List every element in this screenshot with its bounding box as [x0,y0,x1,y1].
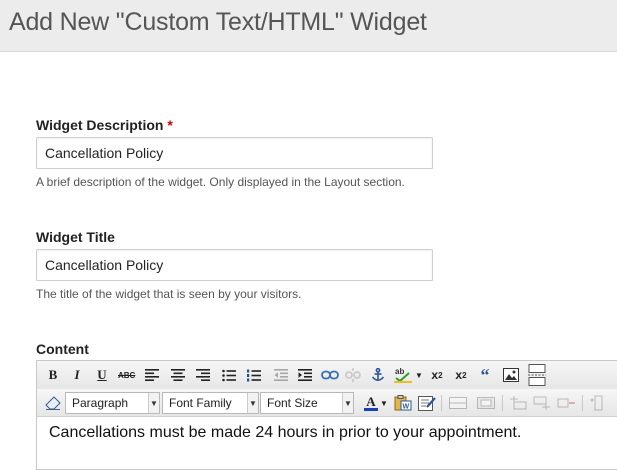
insert-row-before-icon [510,396,527,410]
subscript-button[interactable]: x2 [453,365,469,385]
toolbar-separator [582,395,583,411]
delete-row-icon [557,398,575,408]
insert-image-button[interactable] [503,365,519,385]
strikethrough-button[interactable]: ABC [118,365,135,385]
outdent-button[interactable] [273,365,289,385]
widget-description-input[interactable] [36,137,433,169]
unlink-icon [345,368,361,382]
spellcheck-icon: ab [394,367,412,383]
underline-button[interactable]: U [94,365,110,385]
unlink-button[interactable] [345,365,361,385]
toolbar-separator [502,395,503,411]
insert-link-button[interactable] [321,365,339,385]
svg-text:ab: ab [395,367,404,376]
widget-description-label: Widget Description * [36,117,173,133]
numbered-list-button[interactable] [246,365,262,385]
superscript-button[interactable]: x2 [429,365,445,385]
blockquote-button[interactable]: “ [477,365,493,385]
editor-toolbar-row-2: Paragraph ▼ Font Family ▼ Font Size ▼ A … [37,389,617,417]
table-cell-icon [477,397,495,409]
content-label: Content [36,341,89,357]
spellcheck-button[interactable]: ab [394,365,412,385]
align-right-icon [196,369,210,381]
toolbar-separator [441,395,442,411]
chevron-down-icon: ▼ [342,393,353,413]
svg-text:W: W [403,404,410,411]
page-title: Add New "Custom Text/HTML" Widget [9,8,427,36]
link-icon [321,370,339,380]
table-row-button[interactable] [449,393,467,413]
spellcheck-dropdown-arrow[interactable]: ▼ [415,365,423,385]
outdent-icon [274,369,288,381]
chevron-down-icon: ▼ [148,393,159,413]
italic-button[interactable]: I [69,365,85,385]
align-right-button[interactable] [195,365,211,385]
insert-column-icon [590,395,603,411]
bold-button[interactable]: B [45,365,61,385]
font-color-dropdown-arrow[interactable]: ▼ [380,393,388,413]
indent-button[interactable] [297,365,313,385]
clear-formatting-button[interactable] [45,393,61,413]
table-icon [449,397,467,409]
font-color-button[interactable]: A [363,393,379,413]
anchor-button[interactable] [370,365,386,385]
widget-title-label: Widget Title [36,229,115,245]
bullet-list-icon [222,369,236,381]
edit-html-button[interactable] [418,393,436,413]
eraser-icon [45,396,61,410]
bullet-list-button[interactable] [221,365,237,385]
editor-body-text: Cancellations must be made 24 hours in p… [49,424,522,441]
edit-html-icon [418,396,436,411]
editor-toolbar-row-1: B I U ABC ab ▼ x 2 x 2 “ [37,361,617,389]
editor-content-area[interactable]: Cancellations must be made 24 hours in p… [37,418,617,468]
anchor-icon [371,368,385,382]
delete-row-button[interactable] [557,393,575,413]
rich-text-editor: B I U ABC ab ▼ x 2 x 2 “ Paragraph ▼ Fon… [36,360,617,470]
numbered-list-icon [247,369,261,381]
paragraph-format-select[interactable]: Paragraph ▼ [65,392,160,414]
paste-word-button[interactable]: W [394,393,412,413]
align-center-button[interactable] [170,365,186,385]
insert-column-button[interactable] [589,393,605,413]
widget-title-input[interactable] [36,249,433,281]
font-color-swatch [364,407,378,411]
insert-row-after-icon [533,396,550,410]
insert-row-before-button[interactable] [509,393,527,413]
required-marker: * [167,117,173,133]
widget-title-hint: The title of the widget that is seen by … [36,287,302,301]
image-icon [503,368,519,382]
align-center-icon [171,369,185,381]
page-break-button[interactable] [528,364,546,386]
quote-icon: “ [480,364,490,385]
chevron-down-icon: ▼ [247,393,258,413]
widget-description-hint: A brief description of the widget. Only … [36,175,405,189]
font-family-select[interactable]: Font Family ▼ [162,392,259,414]
paste-word-icon: W [394,395,412,411]
align-left-button[interactable] [144,365,160,385]
table-cell-button[interactable] [477,393,495,413]
align-left-icon [145,369,159,381]
insert-row-after-button[interactable] [533,393,551,413]
indent-icon [298,369,312,381]
page-break-icon [528,364,546,386]
font-size-select[interactable]: Font Size ▼ [260,392,354,414]
page-header: Add New "Custom Text/HTML" Widget [0,0,617,52]
